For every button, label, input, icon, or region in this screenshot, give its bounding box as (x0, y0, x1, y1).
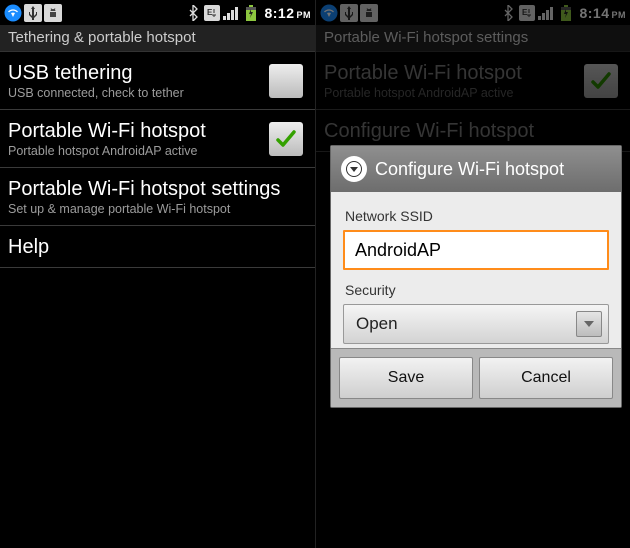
signal-icon (222, 4, 240, 22)
save-button[interactable]: Save (339, 357, 473, 399)
battery-icon (242, 4, 260, 22)
pref-hotspot-settings[interactable]: Portable Wi-Fi hotspot settings Set up &… (0, 168, 315, 226)
checkbox-unchecked[interactable] (269, 64, 303, 98)
pref-title: USB tethering (8, 62, 184, 84)
pref-portable-hotspot[interactable]: Portable Wi-Fi hotspot Portable hotspot … (0, 110, 315, 168)
security-value: Open (356, 314, 398, 334)
wifi-icon (4, 4, 22, 22)
dropdown-circle-icon (341, 156, 367, 182)
security-label: Security (345, 282, 609, 298)
cancel-button[interactable]: Cancel (479, 357, 613, 399)
pref-subtitle: Portable hotspot AndroidAP active (8, 144, 206, 158)
dialog-title: Configure Wi-Fi hotspot (375, 159, 564, 180)
security-select[interactable]: Open (343, 304, 609, 344)
bluetooth-icon (184, 4, 202, 22)
pref-title: Portable Wi-Fi hotspot (8, 120, 206, 142)
dialog-buttons: Save Cancel (331, 348, 621, 407)
usb-icon (24, 4, 42, 22)
pref-help[interactable]: Help (0, 226, 315, 268)
edge-icon: E (204, 5, 220, 21)
configure-hotspot-dialog: Configure Wi-Fi hotspot Network SSID Sec… (330, 145, 622, 408)
phone-left: E 8:12PM Tethering & portable hotspot US… (0, 0, 315, 548)
checkbox-checked[interactable] (269, 122, 303, 156)
pref-subtitle: USB connected, check to tether (8, 86, 184, 100)
chevron-down-icon (576, 311, 602, 337)
dialog-header: Configure Wi-Fi hotspot (331, 146, 621, 192)
svg-text:E: E (207, 8, 213, 17)
pref-usb-tethering[interactable]: USB tethering USB connected, check to te… (0, 52, 315, 110)
clock: 8:12PM (264, 5, 311, 21)
android-icon (44, 4, 62, 22)
status-bar: E 8:12PM (0, 0, 315, 25)
pref-title: Help (8, 236, 49, 258)
ssid-input[interactable] (343, 230, 609, 270)
pref-title: Portable Wi-Fi hotspot settings (8, 178, 280, 200)
ssid-label: Network SSID (345, 208, 609, 224)
page-title: Tethering & portable hotspot (0, 25, 315, 52)
pref-subtitle: Set up & manage portable Wi-Fi hotspot (8, 202, 280, 216)
phone-right: E 8:14PM Portable Wi-Fi hotspot settings… (315, 0, 630, 548)
